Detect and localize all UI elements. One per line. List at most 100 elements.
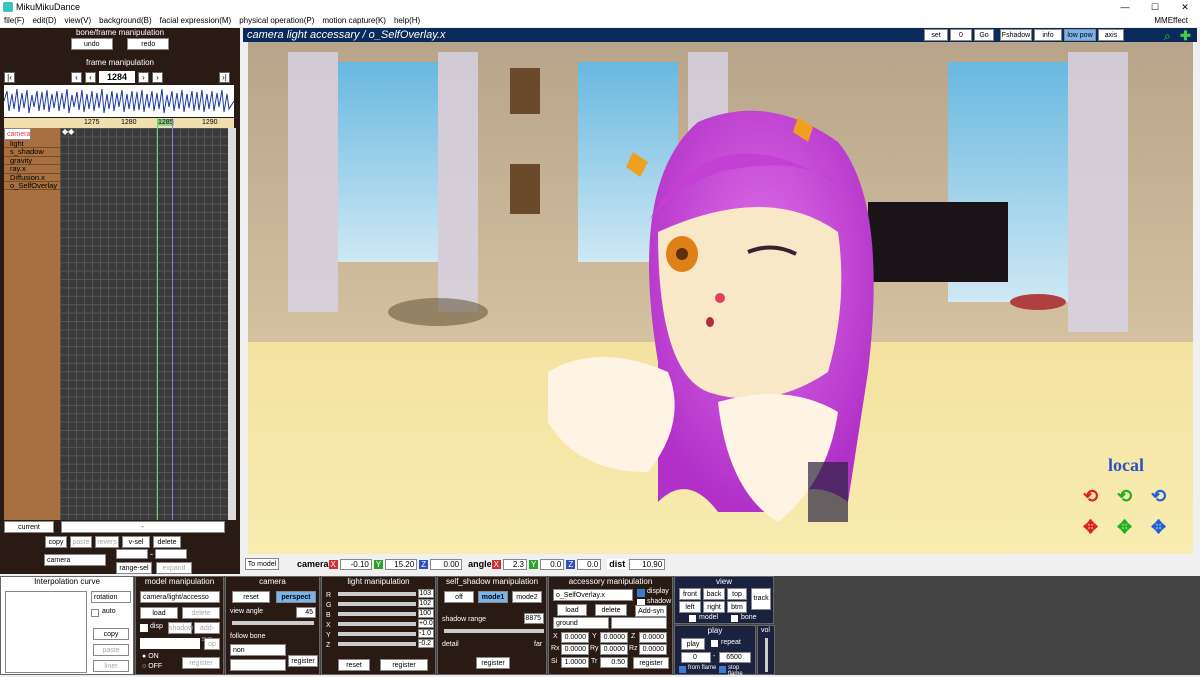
acc-si-field[interactable]: 1.0000 xyxy=(561,657,589,668)
range-from-input[interactable] xyxy=(116,549,148,559)
shadow-off-button[interactable]: off xyxy=(444,591,474,603)
play-from-field[interactable]: 0 xyxy=(681,652,711,663)
view-model-checkbox[interactable] xyxy=(689,615,696,622)
acc-y-field[interactable]: 0.0000 xyxy=(600,632,628,643)
menu-background[interactable]: background(B) xyxy=(99,16,151,25)
light-b-slider[interactable] xyxy=(338,612,416,616)
light-reset-button[interactable]: reset xyxy=(338,659,370,671)
rotate-x-icon[interactable]: ⟲ xyxy=(1083,486,1117,507)
low-pow-button[interactable]: low pow xyxy=(1064,29,1096,41)
camera-z-field[interactable]: 0.00 xyxy=(430,558,463,570)
acc-delete-button[interactable]: delete xyxy=(595,604,627,616)
model-addsyn-button[interactable]: add-syn xyxy=(194,622,220,643)
3d-viewport[interactable]: local ⟲ ⟲ ⟲ ✥ ✥ ✥ xyxy=(248,42,1193,554)
model-register-button[interactable]: register xyxy=(182,657,220,669)
expand-button[interactable]: expand xyxy=(156,562,192,574)
on-radio[interactable]: ● ON xyxy=(142,653,159,660)
acc-tr-field[interactable]: 0.50 xyxy=(600,657,628,668)
acc-addsyn-button[interactable]: Add-syn xyxy=(635,605,667,617)
light-z-slider[interactable] xyxy=(338,642,416,646)
current-button[interactable]: current xyxy=(4,521,54,533)
go-button[interactable]: Go xyxy=(974,29,994,41)
model-op-select[interactable] xyxy=(140,638,200,649)
move-y-icon[interactable]: ✥ xyxy=(1117,517,1151,538)
model-load-button[interactable]: load xyxy=(140,607,178,619)
dist-field[interactable]: 10.90 xyxy=(629,558,666,570)
fshadow-button[interactable]: Fshadow xyxy=(1000,29,1032,41)
shadow-range-slider[interactable] xyxy=(444,629,544,633)
view-back-button[interactable]: back xyxy=(703,588,725,600)
repeat-checkbox[interactable] xyxy=(711,640,718,647)
disp-checkbox[interactable] xyxy=(140,624,148,632)
menu-help[interactable]: help(H) xyxy=(394,16,420,25)
revers-button[interactable]: revers xyxy=(95,536,119,548)
acc-ry-field[interactable]: 0.0000 xyxy=(600,644,628,655)
view-angle-field[interactable]: 45 xyxy=(296,607,316,618)
menu-motion-capture[interactable]: motion capture(K) xyxy=(322,16,386,25)
light-r-field[interactable]: 103 xyxy=(418,589,434,598)
light-x-slider[interactable] xyxy=(338,622,416,626)
next-key-button[interactable]: › xyxy=(152,71,163,83)
frame-number[interactable]: 1284 xyxy=(99,71,135,83)
redo-button[interactable]: redo xyxy=(127,38,170,50)
acc-z-field[interactable]: 0.0000 xyxy=(639,632,667,643)
shadow-range-field[interactable]: 8875 xyxy=(524,613,544,624)
ground-bone-select[interactable] xyxy=(611,617,667,629)
view-btm-button[interactable]: btm xyxy=(727,601,747,613)
volume-slider[interactable] xyxy=(765,638,768,672)
menu-facial-expression[interactable]: facial expression(M) xyxy=(160,16,232,25)
undo-button[interactable]: undo xyxy=(70,38,113,50)
interp-type-select[interactable]: rotation xyxy=(91,591,131,603)
acc-load-button[interactable]: load xyxy=(557,604,587,616)
minimize-button[interactable]: — xyxy=(1110,0,1140,14)
close-button[interactable]: ✕ xyxy=(1170,0,1200,14)
play-button[interactable]: play xyxy=(681,638,705,650)
rotate-z-icon[interactable]: ⟲ xyxy=(1151,486,1185,507)
keyframe-grid[interactable] xyxy=(60,128,228,520)
ground-select[interactable]: ground xyxy=(553,617,609,629)
axis-button[interactable]: axis xyxy=(1098,29,1124,41)
angle-x-field[interactable]: 2.3 xyxy=(502,558,527,570)
model-select[interactable]: camera/light/accesso xyxy=(140,591,220,603)
angle-y-field[interactable]: 0.0 xyxy=(540,558,565,570)
menu-view[interactable]: view(V) xyxy=(64,16,91,25)
move-z-icon[interactable]: ✥ xyxy=(1151,517,1185,538)
vsel-button[interactable]: v-sel xyxy=(122,536,150,548)
model-delete-button[interactable]: delete xyxy=(182,607,220,619)
light-b-field[interactable]: 100 xyxy=(418,609,434,618)
light-x-field[interactable]: +0.0 xyxy=(418,619,434,628)
from-flame-checkbox[interactable] xyxy=(679,666,686,673)
track-scrollbar[interactable] xyxy=(228,128,236,520)
menu-mmeffect[interactable]: MMEffect xyxy=(1154,16,1188,25)
interp-paste-button[interactable]: paste xyxy=(93,644,129,656)
mode2-button[interactable]: mode2 xyxy=(512,591,542,603)
play-to-field[interactable]: 6500 xyxy=(719,652,751,663)
menu-edit[interactable]: edit(D) xyxy=(32,16,56,25)
light-g-slider[interactable] xyxy=(338,602,416,606)
view-front-button[interactable]: front xyxy=(679,588,701,600)
display-checkbox[interactable] xyxy=(637,589,645,597)
light-register-button[interactable]: register xyxy=(380,659,428,671)
mode1-button[interactable]: mode1 xyxy=(478,591,508,603)
perspect-button[interactable]: perspect xyxy=(276,591,316,603)
set-button[interactable]: set xyxy=(924,29,948,41)
op-button[interactable]: op xyxy=(204,638,220,650)
track-button[interactable]: track xyxy=(751,588,771,610)
last-frame-button[interactable]: ›| xyxy=(219,71,230,83)
rotate-y-icon[interactable]: ⟲ xyxy=(1117,486,1151,507)
track-select[interactable]: camera xyxy=(44,554,106,566)
light-g-field[interactable]: 102 xyxy=(418,599,434,608)
acc-x-field[interactable]: 0.0000 xyxy=(561,632,589,643)
view-left-button[interactable]: left xyxy=(679,601,701,613)
view-top-button[interactable]: top xyxy=(727,588,747,600)
view-angle-slider[interactable] xyxy=(232,621,314,625)
move-x-icon[interactable]: ✥ xyxy=(1083,517,1117,538)
next-frame-button[interactable]: › xyxy=(138,71,149,83)
off-radio[interactable]: ○ OFF xyxy=(142,663,162,670)
follow-bone-select[interactable]: non xyxy=(230,644,286,656)
light-z-field[interactable]: -0.2 xyxy=(418,639,434,648)
prev-key-button[interactable]: ‹ xyxy=(71,71,82,83)
camera-reset-button[interactable]: reset xyxy=(232,591,270,603)
light-y-slider[interactable] xyxy=(338,632,416,636)
view-bone-checkbox[interactable] xyxy=(731,615,738,622)
